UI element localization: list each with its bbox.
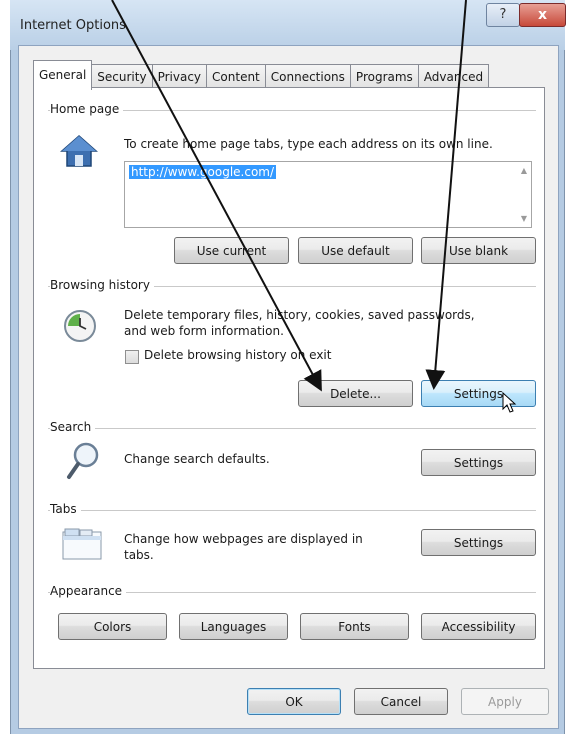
close-button[interactable]: x [519, 3, 566, 27]
delete-on-exit-checkbox[interactable] [125, 350, 139, 364]
scroll-down-icon[interactable]: ▼ [521, 214, 527, 223]
appearance-group-title: Appearance [50, 584, 127, 598]
search-settings-button[interactable]: Settings [421, 449, 536, 476]
home-page-description: To create home page tabs, type each addr… [124, 137, 493, 151]
home-page-address-box[interactable]: http://www.google.com/ ▲ ▼ [124, 161, 532, 228]
search-description: Change search defaults. [124, 452, 270, 466]
tabs-settings-button[interactable]: Settings [421, 529, 536, 556]
cancel-button[interactable]: Cancel [354, 688, 448, 715]
colors-button[interactable]: Colors [58, 613, 167, 640]
tab-connections[interactable]: Connections [264, 64, 351, 89]
tab-privacy[interactable]: Privacy [151, 64, 208, 89]
use-blank-button[interactable]: Use blank [421, 237, 536, 264]
tab-advanced[interactable]: Advanced [417, 64, 490, 89]
home-page-group-title: Home page [50, 102, 124, 116]
search-group-title: Search [50, 420, 96, 434]
use-default-button[interactable]: Use default [298, 237, 413, 264]
tab-general[interactable]: General [33, 60, 93, 90]
history-clock-icon [64, 310, 96, 342]
browsing-history-group-title: Browsing history [50, 278, 154, 292]
house-icon [60, 134, 98, 167]
scroll-up-icon[interactable]: ▲ [521, 166, 527, 175]
title-bar[interactable]: Internet Options ? x [10, 0, 566, 50]
ok-button[interactable]: OK [247, 688, 341, 715]
browsing-history-description-line2: and web form information. [124, 324, 284, 338]
dialog-client-area: General Security Privacy Content Connect… [18, 45, 559, 729]
browsing-history-settings-button[interactable]: Settings [421, 380, 536, 407]
help-button[interactable]: ? [486, 3, 520, 27]
window-title: Internet Options [20, 18, 126, 33]
tabs-window-icon [62, 528, 102, 560]
tabs-divider [48, 510, 536, 511]
tabs-group-title: Tabs [50, 502, 81, 516]
general-tab-panel: Home page To create home page tabs, type… [33, 87, 545, 669]
fonts-button[interactable]: Fonts [300, 613, 409, 640]
tab-strip: General Security Privacy Content Connect… [33, 60, 490, 90]
browsing-history-description-line1: Delete temporary files, history, cookies… [124, 308, 475, 322]
delete-history-button[interactable]: Delete... [298, 380, 413, 407]
search-divider [48, 428, 536, 429]
accessibility-button[interactable]: Accessibility [421, 613, 536, 640]
delete-on-exit-label[interactable]: Delete browsing history on exit [144, 348, 331, 362]
languages-button[interactable]: Languages [179, 613, 288, 640]
tabs-description-line2: tabs. [124, 548, 154, 562]
tabs-description-line1: Change how webpages are displayed in [124, 532, 363, 546]
apply-button: Apply [461, 688, 549, 715]
magnifier-icon [67, 442, 99, 479]
tab-security[interactable]: Security [91, 64, 153, 89]
home-page-url[interactable]: http://www.google.com/ [129, 165, 277, 179]
mouse-cursor-icon [502, 392, 517, 413]
tab-programs[interactable]: Programs [349, 64, 419, 89]
tab-content[interactable]: Content [206, 64, 266, 89]
use-current-button[interactable]: Use current [174, 237, 289, 264]
